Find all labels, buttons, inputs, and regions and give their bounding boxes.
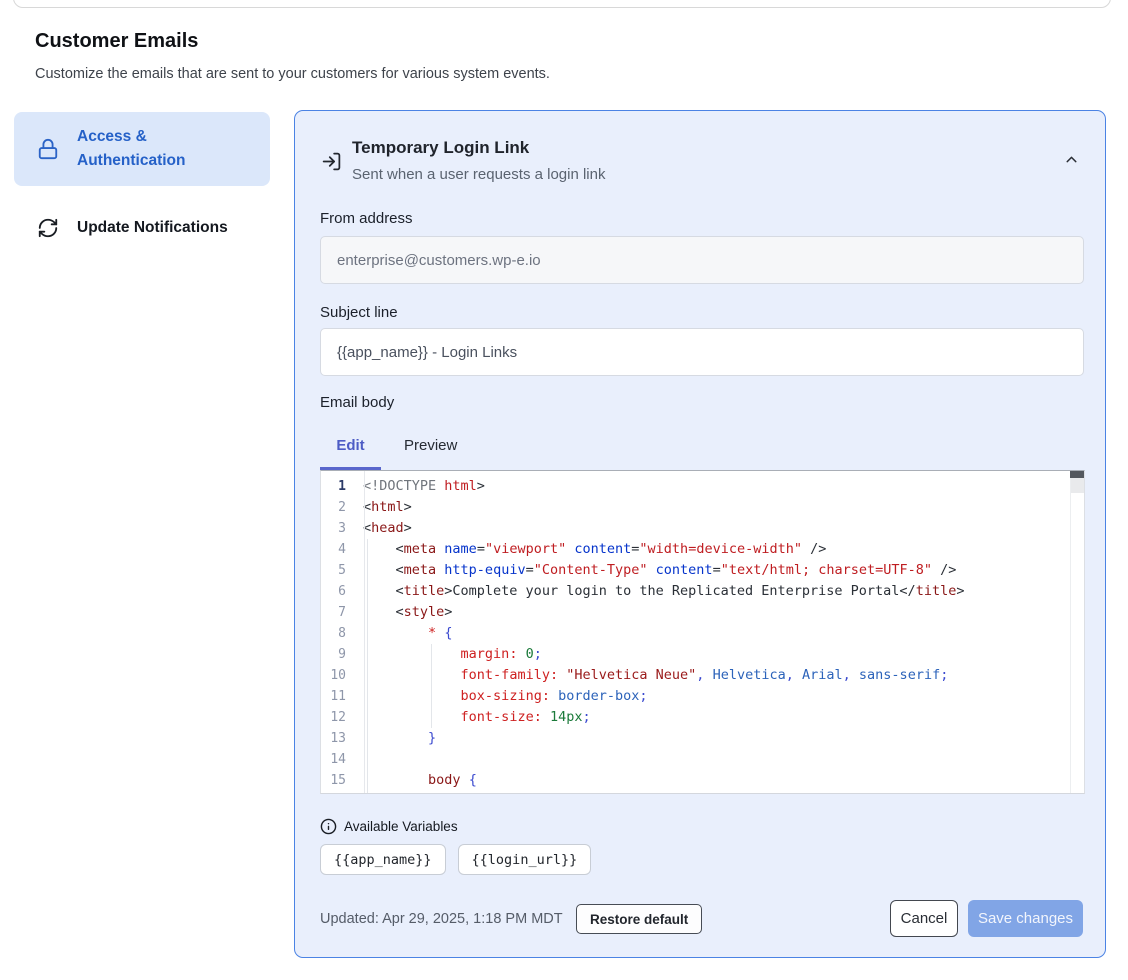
code-line: 8 * { [321,623,1084,644]
code-line: 6 <title>Complete your login to the Repl… [321,581,1084,602]
email-body-tabs: Edit Preview [320,437,457,454]
subject-line-input[interactable] [320,328,1084,376]
sidebar: Access & Authentication Update Notificat… [14,112,270,253]
line-number: 13 [321,728,355,749]
code-line: 7 <style> [321,602,1084,623]
line-number: 2 [321,497,355,518]
code-line: 15 body { [321,770,1084,791]
line-number: 5 [321,560,355,581]
line-number: 12 [321,707,355,728]
line-number: 9 [321,644,355,665]
sidebar-item-update-notifications[interactable]: Update Notifications [14,203,270,253]
variable-chips: {{app_name}} {{login_url}} [320,844,591,875]
variable-chip-login-url[interactable]: {{login_url}} [458,844,592,875]
page-title: Customer Emails [35,30,198,53]
email-body-label: Email body [320,394,394,411]
line-number: 6 [321,581,355,602]
email-body-code-editor[interactable]: 1<!DOCTYPE html>2<html>3<head>4 <meta na… [320,470,1085,794]
available-variables-label: Available Variables [344,819,458,834]
from-address-label: From address [320,210,413,227]
scrollbar-track [1071,478,1084,493]
save-changes-button[interactable]: Save changes [968,900,1083,937]
code-area: 1<!DOCTYPE html>2<html>3<head>4 <meta na… [321,471,1084,793]
code-line: 14 [321,749,1084,770]
code-line: 11 box-sizing: border-box; [321,686,1084,707]
code-line: 3<head> [321,518,1084,539]
collapse-panel-button[interactable] [1063,151,1080,168]
updated-timestamp: Updated: Apr 29, 2025, 1:18 PM MDT [320,911,563,927]
line-number: 1 [321,476,355,497]
code-line: 13 } [321,728,1084,749]
code-line: 12 font-size: 14px; [321,707,1084,728]
line-number: 16 [321,791,355,794]
log-in-icon [321,151,342,172]
scrollbar-track-border [1070,471,1071,793]
line-number: 3 [321,518,355,539]
temporary-login-link-panel: Temporary Login Link Sent when a user re… [294,110,1106,958]
chevron-up-icon [1063,151,1080,168]
indent-guide [367,539,368,793]
available-variables-row: Available Variables [320,818,458,835]
subject-line-label: Subject line [320,304,398,321]
restore-default-button[interactable]: Restore default [576,904,702,934]
line-number: 7 [321,602,355,623]
page-subtitle: Customize the emails that are sent to yo… [35,66,550,82]
code-line: 9 margin: 0; [321,644,1084,665]
sidebar-item-label: Access & Authentication [77,125,256,173]
line-number: 11 [321,686,355,707]
code-line: 4 <meta name="viewport" content="width=d… [321,539,1084,560]
tab-preview[interactable]: Preview [404,437,457,454]
lock-icon [36,137,60,161]
tab-edit[interactable]: Edit [320,437,381,454]
line-number: 14 [321,749,355,770]
code-line: 10 font-family: "Helvetica Neue", Helvet… [321,665,1084,686]
variable-chip-app-name[interactable]: {{app_name}} [320,844,446,875]
info-icon [320,818,337,835]
code-line: 2<html> [321,497,1084,518]
gutter-separator [364,471,365,793]
line-number: 10 [321,665,355,686]
customer-emails-page: Customer Emails Customize the emails tha… [0,0,1128,980]
line-number: 15 [321,770,355,791]
sidebar-item-access-authentication[interactable]: Access & Authentication [14,112,270,186]
panel-title: Temporary Login Link [352,138,529,158]
line-number: 8 [321,623,355,644]
indent-guide [431,644,432,728]
code-line: 16 background-color: #f6f6f6; [321,791,1084,794]
previous-card-bottom-edge [13,0,1111,8]
sidebar-item-label: Update Notifications [77,216,228,240]
line-number: 4 [321,539,355,560]
scrollbar-thumb[interactable] [1070,471,1084,478]
code-line: 5 <meta http-equiv="Content-Type" conten… [321,560,1084,581]
from-address-input[interactable] [320,236,1084,284]
refresh-icon [36,216,60,240]
panel-subtitle: Sent when a user requests a login link [352,166,605,183]
code-line: 1<!DOCTYPE html> [321,476,1084,497]
cancel-button[interactable]: Cancel [890,900,958,937]
